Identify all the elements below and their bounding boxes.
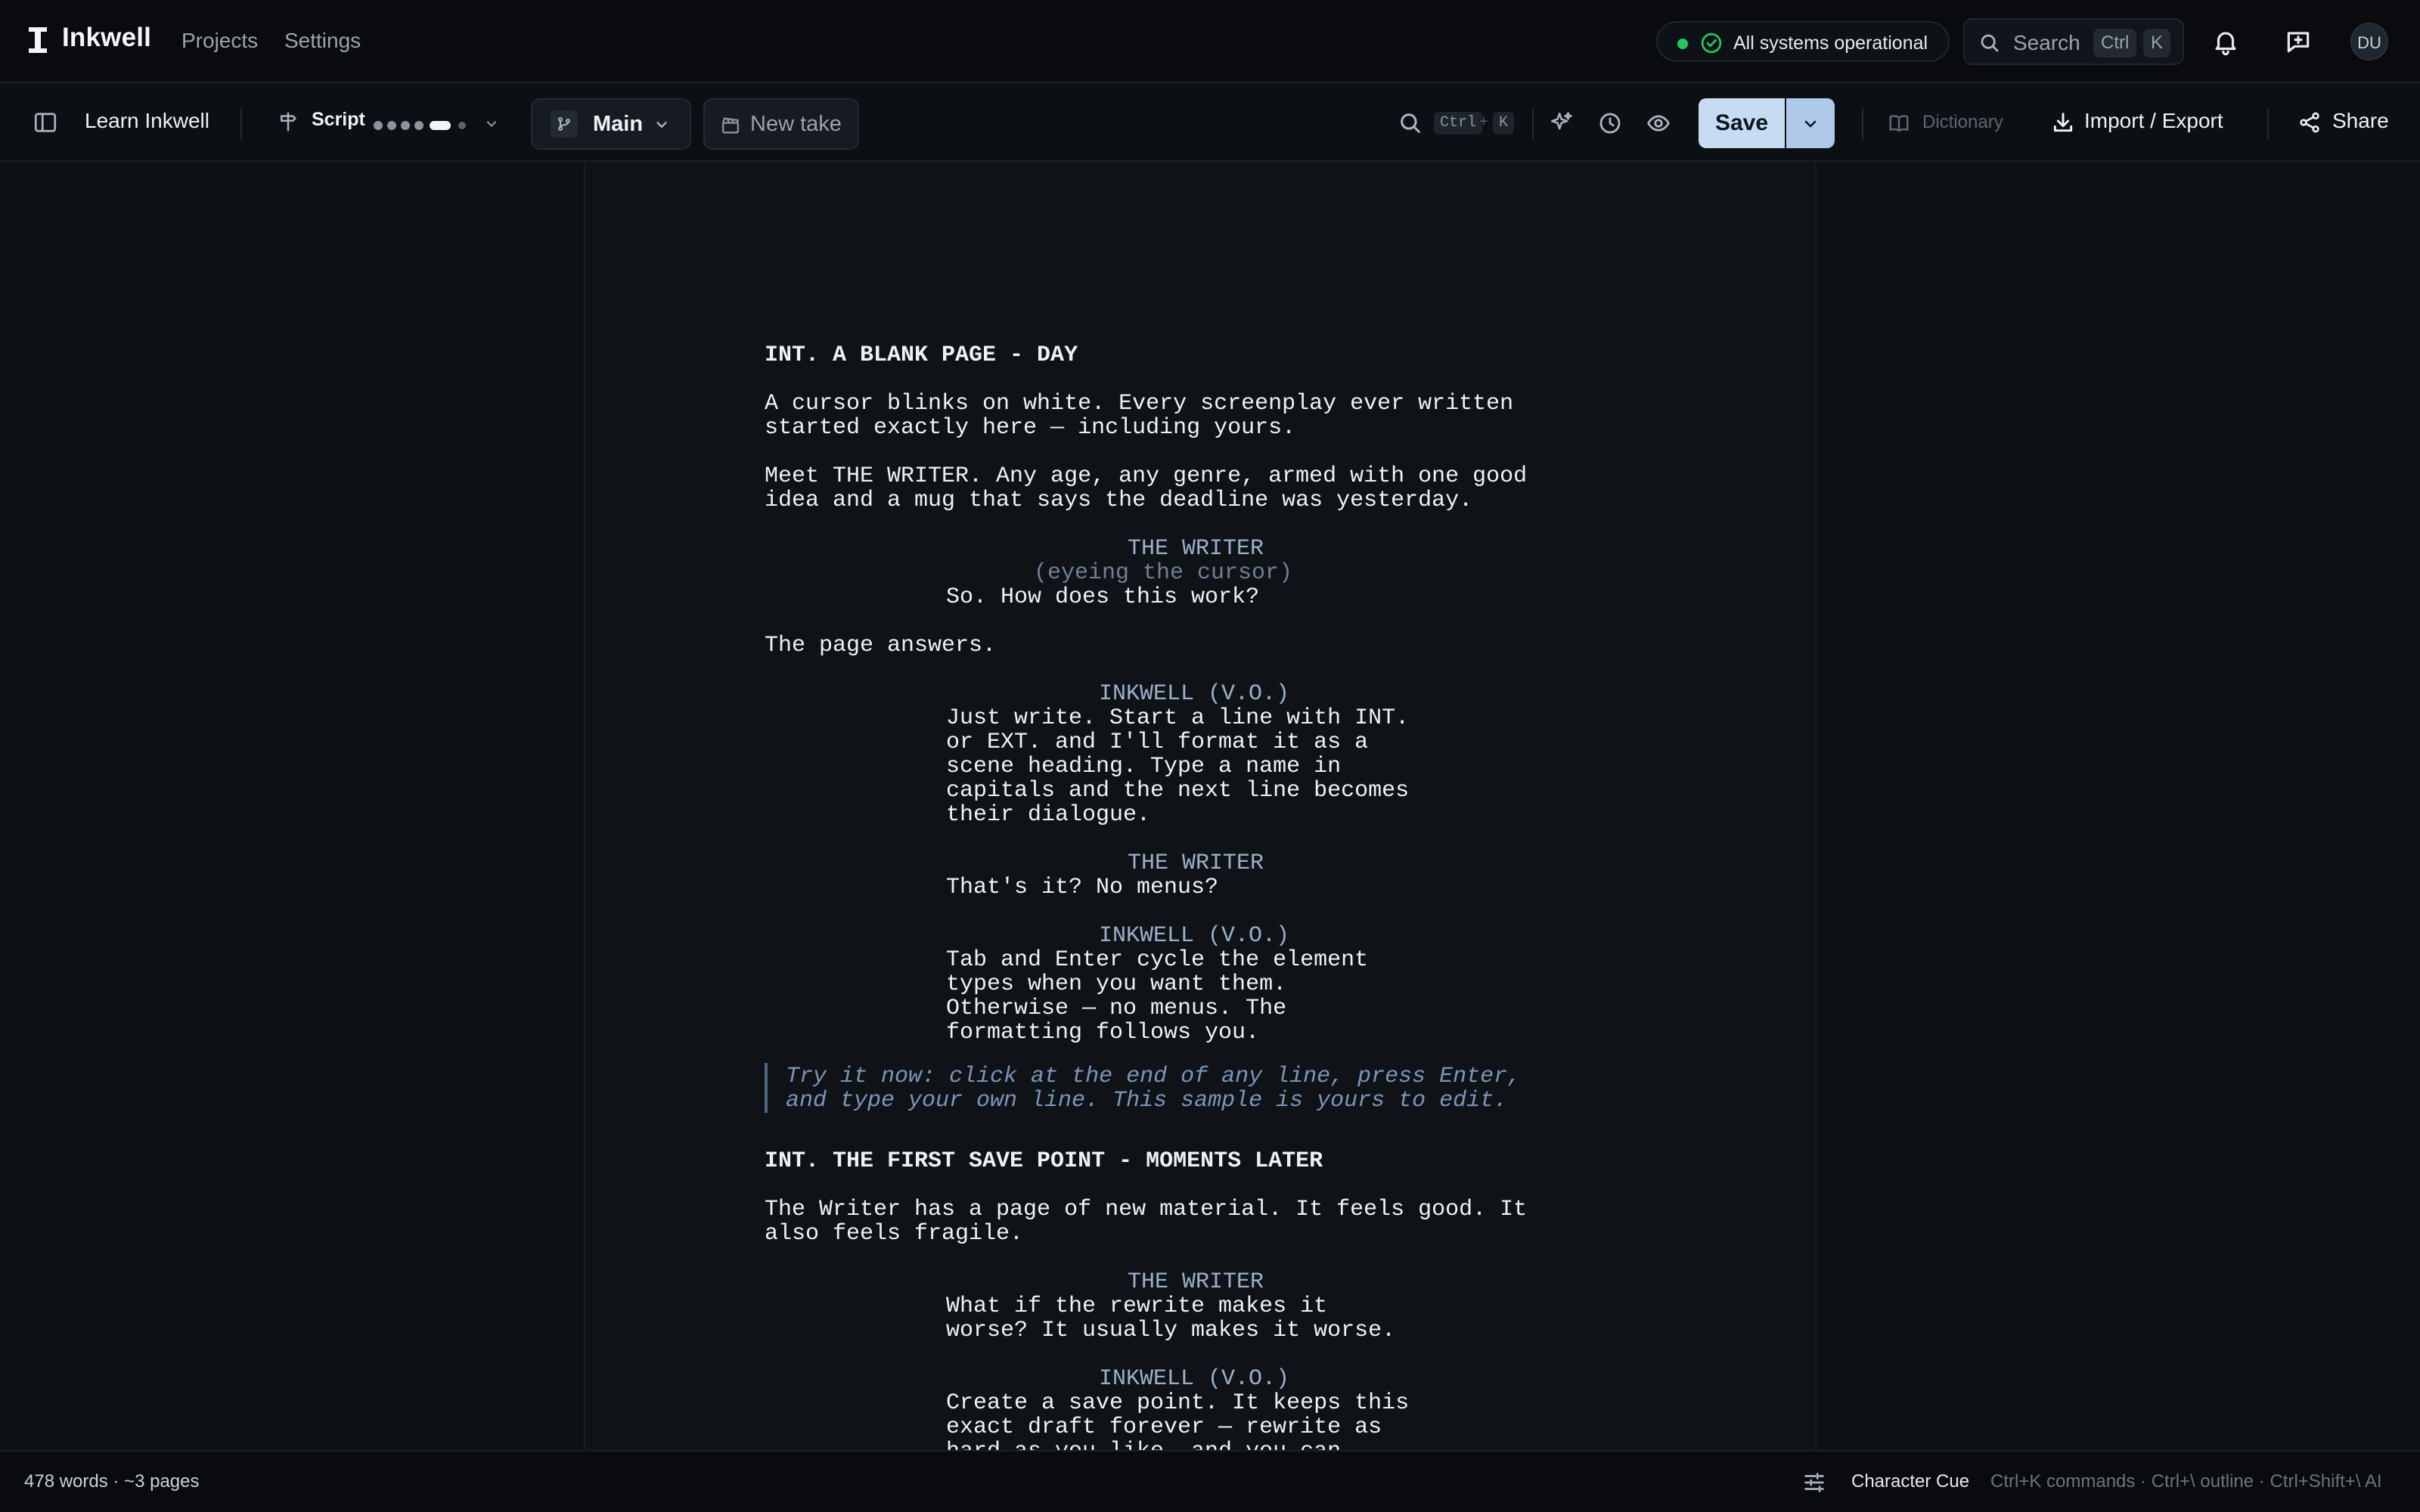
toolbar-divider <box>1862 109 1863 139</box>
search-icon <box>1981 34 1999 52</box>
toolbar-divider <box>2267 109 2269 139</box>
dialogue-line[interactable]: or EXT. and I'll format it as a <box>946 730 1368 754</box>
character-cue[interactable]: INKWELL (V.O.) <box>1099 924 1289 948</box>
sliders-settings-icon[interactable] <box>1801 1470 1827 1495</box>
chevron-down-icon <box>1804 120 1817 128</box>
chevron-down-icon[interactable] <box>484 116 499 132</box>
find-shortcut-ctrl: Ctrl <box>1434 112 1483 135</box>
action-line[interactable]: Meet THE WRITER. Any age, any genre, arm… <box>765 464 1527 488</box>
branch-selector-button[interactable]: Main <box>531 98 691 150</box>
screenplay-text[interactable]: INT. A BLANK PAGE - DAY A cursor blinks … <box>765 333 1642 1494</box>
search-shortcut-ctrl: Ctrl <box>2093 29 2137 57</box>
find-shortcut-k: K <box>1493 112 1515 135</box>
project-title[interactable]: Learn Inkwell <box>85 109 209 133</box>
check-circle-icon <box>1701 33 1722 54</box>
character-cue[interactable]: THE WRITER <box>1128 537 1264 561</box>
app-name[interactable]: Inkwell <box>62 23 151 53</box>
word-count-stats: 478 words · ~3 pages <box>24 1471 200 1492</box>
user-avatar[interactable]: DU <box>2350 23 2388 60</box>
parenthetical[interactable]: (eyeing the cursor) <box>1034 561 1292 585</box>
character-cue[interactable]: INKWELL (V.O.) <box>1099 682 1289 706</box>
sidebar-toggle-icon[interactable] <box>32 109 59 136</box>
toolbar-divider <box>1532 109 1534 139</box>
share-icon <box>2300 112 2319 133</box>
tip-note-line[interactable]: Try it now: click at the end of any line… <box>786 1064 1521 1089</box>
clapperboard-icon <box>721 117 740 134</box>
dialogue-line[interactable]: That's it? No menus? <box>946 875 1218 900</box>
git-branch-icon <box>558 117 570 131</box>
new-take-button[interactable]: New take <box>703 98 859 150</box>
dialogue-line[interactable]: worse? It usually makes it worse. <box>946 1318 1395 1343</box>
dialogue-line[interactable]: scene heading. Type a name in <box>946 754 1341 779</box>
signpost-icon <box>281 112 296 132</box>
share-button[interactable]: Share <box>2332 109 2389 133</box>
scene-heading[interactable]: INT. A BLANK PAGE - DAY <box>765 343 1078 367</box>
preview-eye-icon[interactable] <box>1646 110 1671 136</box>
system-status-text: All systems operational <box>1733 33 1928 54</box>
note-accent-bar <box>765 1063 768 1113</box>
global-search-button[interactable]: Search Ctrl K <box>1963 18 2184 65</box>
import-export-button[interactable]: Import / Export <box>2084 109 2223 133</box>
system-status-pill[interactable]: All systems operational <box>1656 21 1950 62</box>
action-line[interactable]: A cursor blinks on white. Every screenpl… <box>765 392 1513 416</box>
action-line[interactable]: started exactly here — including yours. <box>765 416 1295 440</box>
history-clock-icon[interactable] <box>1597 110 1623 136</box>
editor-toolbar: Learn Inkwell Script Main New take Ctrl … <box>0 83 2420 162</box>
save-button[interactable]: Save <box>1699 98 1785 148</box>
top-navigation-bar: Inkwell Projects Settings All systems op… <box>0 0 2420 83</box>
view-mode-label: Script <box>312 109 365 130</box>
dialogue-line[interactable]: Otherwise — no menus. The <box>946 996 1286 1021</box>
dialogue-line[interactable]: What if the rewrite makes it <box>946 1294 1327 1318</box>
dialogue-line[interactable]: formatting follows you. <box>946 1021 1259 1045</box>
dialogue-line[interactable]: types when you want them. <box>946 972 1286 996</box>
new-take-label: New take <box>750 112 842 136</box>
feedback-message-icon[interactable] <box>2284 27 2313 56</box>
dialogue-line[interactable]: Tab and Enter cycle the element <box>946 948 1368 972</box>
status-bar: 478 words · ~3 pages Character Cue Ctrl+… <box>0 1450 2420 1512</box>
bell-icon[interactable] <box>2211 27 2240 56</box>
action-line[interactable]: also feels fragile. <box>765 1222 1023 1246</box>
tip-note-line[interactable]: and type your own line. This sample is y… <box>786 1089 1507 1113</box>
status-dot-icon <box>1677 39 1688 49</box>
dialogue-line[interactable]: their dialogue. <box>946 803 1150 827</box>
dialogue-line[interactable]: So. How does this work? <box>946 585 1259 609</box>
current-element-type[interactable]: Character Cue <box>1851 1471 1969 1492</box>
nav-settings-link[interactable]: Settings <box>284 29 361 53</box>
character-cue[interactable]: THE WRITER <box>1128 851 1264 875</box>
branch-label: Main <box>593 112 644 136</box>
character-cue[interactable]: INKWELL (V.O.) <box>1099 1367 1289 1391</box>
find-search-icon[interactable] <box>1398 110 1423 136</box>
dialogue-line[interactable]: Create a save point. It keeps this <box>946 1391 1409 1415</box>
find-shortcut-plus: + <box>1479 113 1488 130</box>
search-shortcut-k: K <box>2143 29 2171 57</box>
action-line[interactable]: The page answers. <box>765 634 996 658</box>
toolbar-divider <box>240 109 242 139</box>
ai-sparkle-icon[interactable] <box>1549 110 1575 136</box>
keyboard-hints: Ctrl+K commands · Ctrl+\ outline · Ctrl+… <box>1990 1471 2382 1492</box>
book-icon <box>1889 115 1909 132</box>
action-line[interactable]: The Writer has a page of new material. I… <box>765 1198 1527 1222</box>
nav-projects-link[interactable]: Projects <box>182 29 258 53</box>
save-options-dropdown[interactable] <box>1786 98 1835 148</box>
download-icon <box>2053 113 2073 132</box>
dictionary-button: Dictionary <box>1922 112 2003 132</box>
dialogue-line[interactable]: capitals and the next line becomes <box>946 779 1409 803</box>
search-label: Search <box>2013 31 2080 54</box>
character-cue[interactable]: THE WRITER <box>1128 1270 1264 1294</box>
chevron-down-icon <box>656 122 667 128</box>
branch-icon-box <box>551 110 578 138</box>
action-line[interactable]: idea and a mug that says the deadline wa… <box>765 488 1472 513</box>
dialogue-line[interactable]: Just write. Start a line with INT. <box>946 706 1409 730</box>
dialogue-line[interactable]: exact draft forever — rewrite as <box>946 1415 1382 1439</box>
scene-heading[interactable]: INT. THE FIRST SAVE POINT - MOMENTS LATE… <box>765 1149 1323 1173</box>
inkwell-logo-icon[interactable] <box>29 27 47 53</box>
